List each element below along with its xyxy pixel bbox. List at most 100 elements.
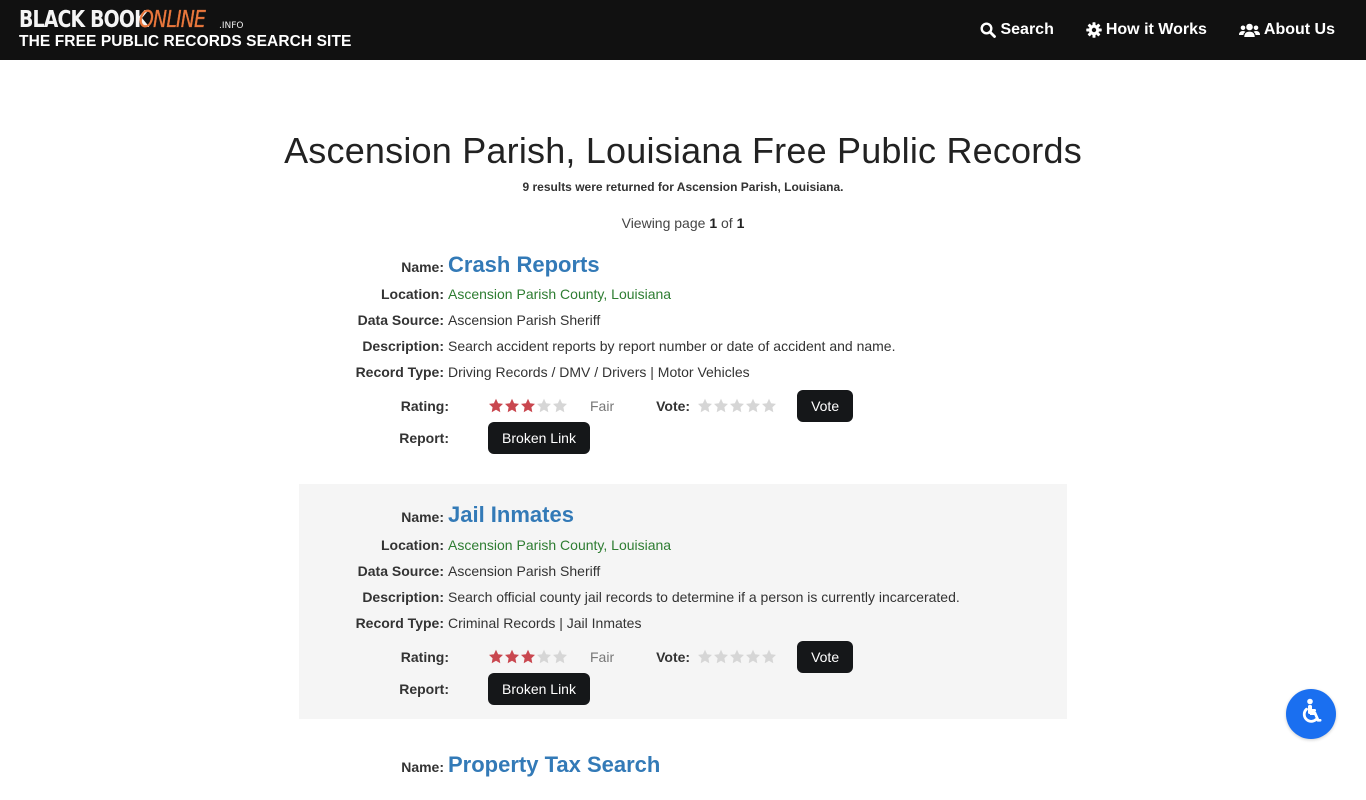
vote-button[interactable]: Vote	[797, 641, 854, 673]
data-source-label: Data Source:	[357, 312, 444, 328]
nav-how-it-works[interactable]: How it Works	[1086, 21, 1207, 39]
result-data-source-row: Data Source: Ascension Parish Sheriff	[299, 563, 601, 583]
star-empty-icon[interactable]	[713, 398, 729, 414]
nav-about-us-label: About Us	[1263, 21, 1335, 38]
logo-black-book: BLACK BOOK	[19, 7, 149, 33]
main-nav: Search How it Works About Us	[980, 0, 1335, 60]
result-name-row: Name: Jail Inmates	[299, 502, 574, 530]
result-location-row: Location: Ascension Parish County, Louis…	[299, 537, 671, 557]
description-label: Description:	[362, 338, 444, 354]
rating-label: Rating:	[400, 398, 449, 414]
paging-prefix: Viewing page	[621, 215, 706, 231]
location-label: Location:	[381, 537, 444, 553]
report-row: Report: Broken Link	[299, 422, 590, 454]
star-empty-icon	[553, 398, 567, 413]
rating-label: Rating:	[400, 649, 449, 665]
result-name-link[interactable]: Crash Reports	[448, 252, 600, 278]
paging-of: of	[721, 215, 733, 231]
accessibility-button[interactable]	[1286, 689, 1336, 739]
vote-stars[interactable]	[697, 398, 777, 414]
broken-link-button[interactable]: Broken Link	[488, 422, 590, 454]
broken-link-button[interactable]: Broken Link	[488, 673, 590, 705]
site-header: BLACK BOOK ONLINE .INFO THE FREE PUBLIC …	[0, 0, 1366, 60]
users-icon	[1238, 23, 1260, 38]
rating-row: Rating: Fair Vote: Vote	[299, 641, 854, 673]
rating-text: Fair	[590, 398, 615, 414]
result-description: Search official county jail records to d…	[448, 589, 960, 605]
result-data-source: Ascension Parish Sheriff	[448, 312, 601, 328]
star-empty-icon[interactable]	[761, 649, 777, 665]
result-card: Name: Jail Inmates Location: Ascension P…	[299, 484, 1067, 719]
logo-online: ONLINE	[139, 7, 206, 33]
name-label: Name:	[401, 509, 444, 525]
name-label: Name:	[401, 259, 444, 275]
result-record-type-row: Record Type: Driving Records / DMV / Dri…	[299, 364, 750, 384]
result-count: 9 results were returned for Ascension Pa…	[522, 180, 844, 194]
wheelchair-icon	[1296, 697, 1326, 732]
nav-search-label: Search	[1000, 21, 1054, 38]
star-empty-icon[interactable]	[697, 398, 713, 414]
rating-stars	[488, 398, 568, 414]
star-empty-icon[interactable]	[697, 649, 713, 665]
star-filled-icon	[521, 398, 535, 413]
result-description-row: Description: Search accident reports by …	[299, 338, 895, 358]
star-empty-icon[interactable]	[713, 649, 729, 665]
star-empty-icon	[537, 649, 551, 664]
star-empty-icon[interactable]	[745, 398, 761, 414]
star-empty-icon	[553, 649, 567, 664]
result-record-type-row: Record Type: Criminal Records | Jail Inm…	[299, 615, 642, 635]
nav-about-us[interactable]: About Us	[1238, 21, 1335, 39]
result-card: Name: Property Tax Search	[299, 740, 1067, 800]
star-empty-icon[interactable]	[761, 398, 777, 414]
result-name-link[interactable]: Jail Inmates	[448, 502, 574, 528]
logo-wordmark: BLACK BOOK ONLINE .INFO	[19, 7, 351, 34]
record-type-label: Record Type:	[355, 364, 444, 380]
star-empty-icon[interactable]	[745, 649, 761, 665]
report-label: Report:	[399, 681, 449, 697]
vote-label: Vote:	[656, 398, 691, 414]
result-data-source-row: Data Source: Ascension Parish Sheriff	[299, 312, 601, 332]
vote-stars[interactable]	[697, 649, 777, 665]
rating-stars	[488, 649, 568, 665]
result-description-row: Description: Search official county jail…	[299, 589, 960, 609]
total-pages: 1	[736, 215, 745, 231]
vote-button[interactable]: Vote	[797, 390, 854, 422]
star-filled-icon	[505, 398, 519, 413]
result-location-row: Location: Ascension Parish County, Louis…	[299, 286, 671, 306]
report-label: Report:	[399, 430, 449, 446]
nav-how-it-works-label: How it Works	[1105, 21, 1207, 38]
pagination-info: Viewing page 1 of 1	[0, 215, 1366, 231]
result-card: Name: Crash Reports Location: Ascension …	[299, 250, 1067, 480]
star-filled-icon	[489, 649, 503, 664]
rating-text: Fair	[590, 649, 615, 665]
search-icon	[980, 22, 997, 38]
result-name-row: Name: Crash Reports	[299, 252, 600, 280]
star-empty-icon[interactable]	[729, 398, 745, 414]
nav-search[interactable]: Search	[980, 21, 1054, 39]
location-label: Location:	[381, 286, 444, 302]
data-source-label: Data Source:	[357, 563, 444, 579]
result-description: Search accident reports by report number…	[448, 338, 896, 354]
star-empty-icon	[537, 398, 551, 413]
logo-tagline: THE FREE PUBLIC RECORDS SEARCH SITE	[19, 33, 352, 50]
result-record-type: Driving Records / DMV / Drivers | Motor …	[448, 364, 750, 380]
star-filled-icon	[505, 649, 519, 664]
result-name-link[interactable]: Property Tax Search	[448, 752, 660, 778]
logo-info: .INFO	[219, 21, 244, 31]
result-data-source: Ascension Parish Sheriff	[448, 563, 601, 579]
star-filled-icon	[489, 398, 503, 413]
result-location: Ascension Parish County, Louisiana	[448, 537, 672, 553]
gear-icon	[1086, 22, 1102, 38]
star-filled-icon	[521, 649, 535, 664]
vote-label: Vote:	[656, 649, 691, 665]
current-page: 1	[709, 215, 718, 231]
record-type-label: Record Type:	[355, 615, 444, 631]
report-row: Report: Broken Link	[299, 673, 590, 705]
result-location: Ascension Parish County, Louisiana	[448, 286, 672, 302]
description-label: Description:	[362, 589, 444, 605]
site-logo[interactable]: BLACK BOOK ONLINE .INFO THE FREE PUBLIC …	[19, 7, 351, 51]
page-title: Ascension Parish, Louisiana Free Public …	[284, 130, 1082, 171]
star-empty-icon[interactable]	[729, 649, 745, 665]
result-record-type: Criminal Records | Jail Inmates	[448, 615, 642, 631]
rating-row: Rating: Fair Vote: Vote	[299, 390, 854, 422]
